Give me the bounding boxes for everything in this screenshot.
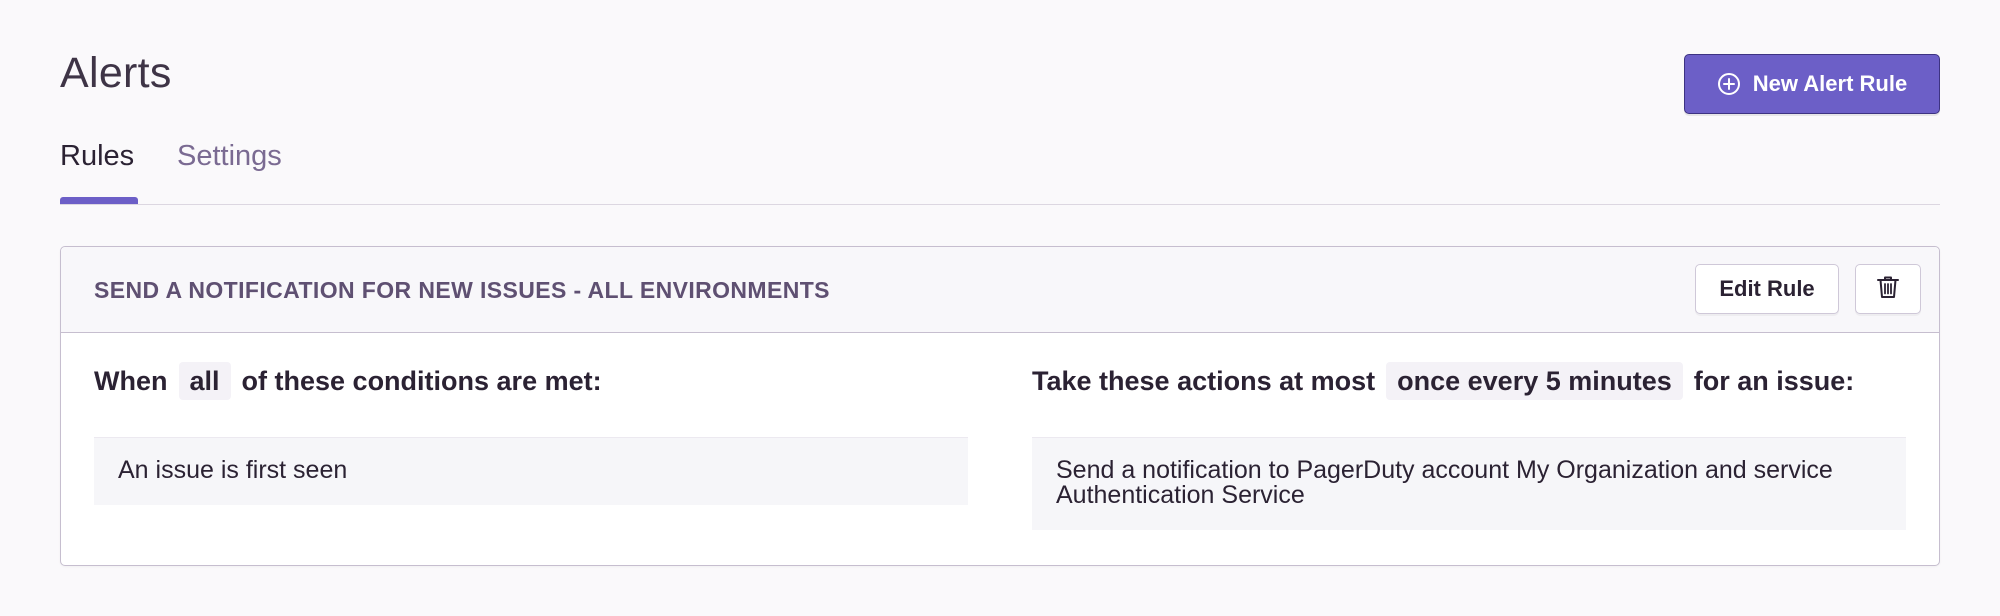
page-title: Alerts [60,49,172,97]
actions-prefix: Take these actions at most [1032,365,1376,396]
plus-circle-icon [1717,72,1741,96]
conditions-suffix: of these conditions are met: [241,365,602,396]
page-header: Alerts New Alert Rule [60,0,1940,120]
alert-rule-panel: SEND A NOTIFICATION FOR NEW ISSUES - ALL… [60,246,1940,566]
delete-rule-button[interactable] [1855,264,1921,314]
rule-panel-header: SEND A NOTIFICATION FOR NEW ISSUES - ALL… [61,247,1939,333]
new-alert-rule-button[interactable]: New Alert Rule [1684,54,1940,114]
condition-item: An issue is first seen [94,437,968,505]
conditions-prefix: When [94,365,168,396]
actions-heading: Take these actions at most once every 5 … [1032,361,1854,401]
action-item: Send a notification to PagerDuty account… [1032,437,1906,530]
rule-title: SEND A NOTIFICATION FOR NEW ISSUES - ALL… [94,277,830,303]
tab-settings-label: Settings [177,140,282,172]
tab-rules[interactable]: Rules [60,138,138,204]
conditions-heading: When all of these conditions are met: [94,361,602,401]
new-alert-rule-label: New Alert Rule [1752,71,1908,96]
edit-rule-button[interactable]: Edit Rule [1695,264,1839,314]
edit-rule-label: Edit Rule [1719,276,1815,301]
active-tab-indicator [60,197,138,204]
actions-suffix: for an issue: [1693,365,1855,396]
condition-match-badge: all [178,362,231,400]
tab-settings[interactable]: Settings [177,138,282,174]
trash-icon [1877,275,1899,304]
alerts-page: Alerts New Alert Rule Rules Settings SEN… [60,0,1940,566]
action-frequency-badge: once every 5 minutes [1386,362,1683,400]
tab-bar: Rules Settings [60,138,1940,205]
tab-rules-label: Rules [60,140,135,172]
